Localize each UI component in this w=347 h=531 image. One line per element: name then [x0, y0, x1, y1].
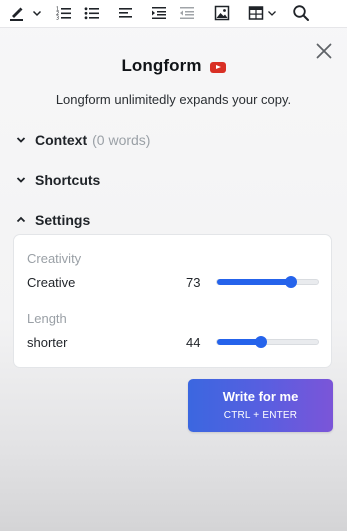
highlight-pen-icon[interactable] [6, 2, 28, 24]
creativity-value-label: Creative [27, 275, 76, 290]
creativity-value: 73 [186, 275, 201, 290]
bullet-list-icon[interactable] [82, 2, 102, 24]
section-settings[interactable]: Settings [16, 210, 90, 230]
chevron-down-icon[interactable] [266, 2, 278, 24]
write-for-me-button[interactable]: Write for me CTRL + ENTER [188, 379, 333, 432]
align-left-icon[interactable] [116, 2, 136, 24]
chevron-down-icon [16, 137, 26, 143]
length-group-label: Length [27, 311, 67, 326]
creativity-slider[interactable] [216, 276, 319, 288]
numbered-list-icon[interactable]: 1 2 3 [54, 2, 74, 24]
section-settings-label: Settings [35, 212, 91, 228]
section-shortcuts-label: Shortcuts [35, 172, 101, 188]
length-value: 44 [186, 335, 201, 350]
creativity-group-label: Creativity [27, 251, 82, 266]
youtube-video-icon[interactable] [209, 61, 226, 73]
write-button-shortcut: CTRL + ENTER [223, 410, 298, 421]
section-context-label: Context [35, 132, 88, 148]
search-icon[interactable] [290, 2, 312, 24]
write-button-label: Write for me [222, 389, 299, 404]
section-shortcuts[interactable]: Shortcuts [16, 170, 100, 190]
settings-card: Creativity Creative 73 Length shorter 44 [13, 234, 332, 368]
length-value-label: shorter [27, 335, 68, 350]
panel-title: Longform [121, 56, 202, 75]
length-slider[interactable] [216, 336, 319, 348]
slider-thumb[interactable] [284, 276, 297, 288]
indent-icon[interactable] [149, 2, 169, 24]
table-icon[interactable] [246, 2, 266, 24]
chevron-up-icon [16, 216, 26, 223]
slider-thumb[interactable] [255, 336, 268, 348]
panel-subtitle: Longform unlimitedly expands your copy. [55, 92, 292, 107]
chevron-down-icon[interactable] [30, 2, 44, 24]
svg-text:3: 3 [56, 16, 59, 22]
chevron-down-icon [16, 177, 26, 183]
editor-toolbar: 1 2 3 [0, 0, 347, 28]
panel-header: Longform [0, 55, 347, 77]
slider-fill [217, 279, 291, 285]
section-context[interactable]: Context (0 words) [16, 130, 150, 150]
context-word-count: (0 words) [92, 132, 151, 148]
image-icon[interactable] [212, 2, 232, 24]
outdent-icon[interactable] [177, 2, 197, 24]
